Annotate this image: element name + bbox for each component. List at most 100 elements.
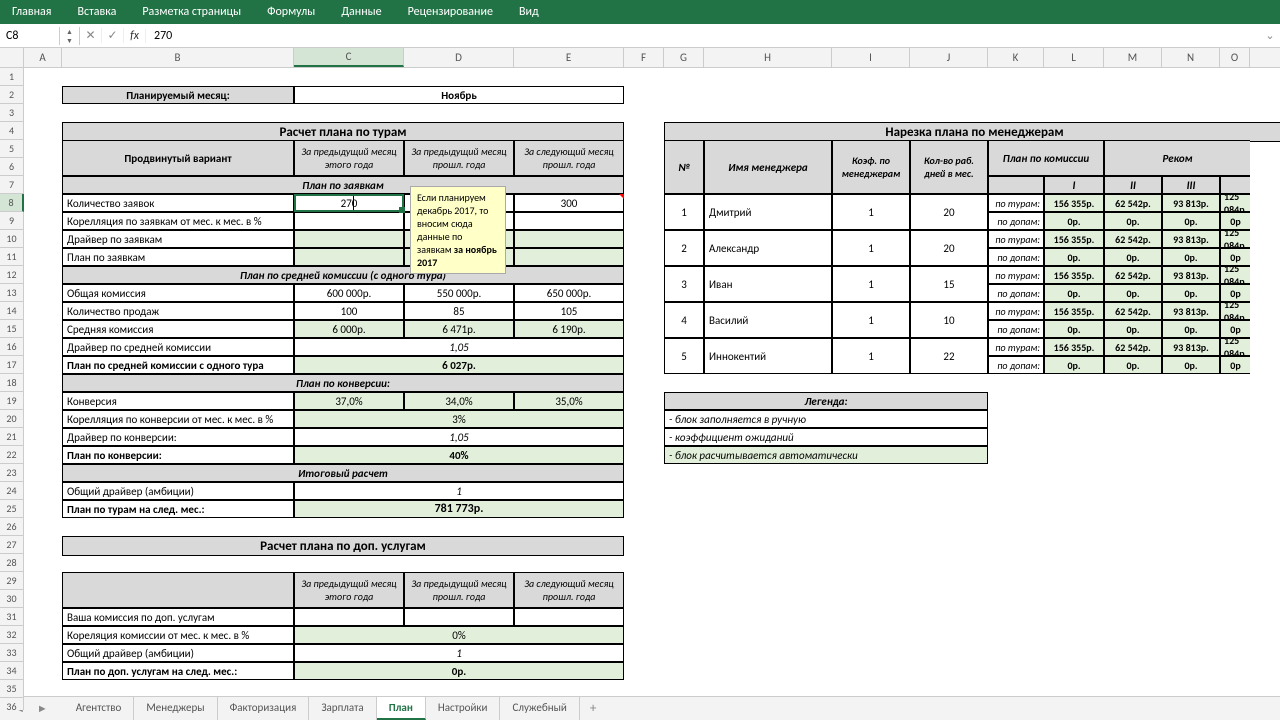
mgr-3-n[interactable]: 4: [664, 302, 704, 338]
name-box-dropdown[interactable]: ▲▼: [60, 27, 80, 45]
col-header-J[interactable]: J: [910, 48, 988, 67]
mgr-h-days[interactable]: Кол-во раб. дней в мес.: [910, 140, 988, 194]
mgr-1-t3[interactable]: 125 084р: [1220, 230, 1250, 248]
r31-label[interactable]: Ваша комиссия по доп. услугам: [62, 608, 294, 626]
r25-val[interactable]: 781 773р.: [294, 500, 624, 518]
col-header-I[interactable]: I: [832, 48, 910, 67]
row-header-2[interactable]: 2: [0, 86, 24, 104]
r31-C[interactable]: [294, 608, 404, 626]
mgr-4-p2[interactable]: 0р.: [1162, 356, 1220, 374]
r21-val[interactable]: 1,05: [294, 428, 624, 446]
ribbon-tab[interactable]: Вставка: [73, 3, 120, 21]
mgr-1-d[interactable]: 20: [910, 230, 988, 266]
row-header-32[interactable]: 32: [0, 626, 24, 644]
mgr-0-p0[interactable]: 0р.: [1044, 212, 1104, 230]
r19-d[interactable]: 34,0%: [404, 392, 514, 410]
mgr-3-p2[interactable]: 0р.: [1162, 320, 1220, 338]
section-apps[interactable]: План по заявкам: [62, 176, 624, 194]
r15-label[interactable]: Средняя комиссия: [62, 320, 294, 338]
r8-label[interactable]: Количество заявок: [62, 194, 294, 212]
section-conv[interactable]: План по конверсии:: [62, 374, 624, 392]
r10-e[interactable]: [514, 230, 624, 248]
mgr-3-t1[interactable]: 62 542р.: [1104, 302, 1162, 320]
mgr-0-t1[interactable]: 62 542р.: [1104, 194, 1162, 212]
legend-c[interactable]: - блок расчитывается автоматически: [664, 446, 988, 464]
col-header-F[interactable]: F: [624, 48, 664, 67]
roman3[interactable]: III: [1162, 176, 1220, 194]
mgr-0-p1[interactable]: 0р.: [1104, 212, 1162, 230]
mgr-2-d[interactable]: 15: [910, 266, 988, 302]
dop-pc2[interactable]: За предыдущий месяц прошл. года: [404, 572, 514, 608]
mgr-4-p1[interactable]: 0р.: [1104, 356, 1162, 374]
r13-e[interactable]: 650 000р.: [514, 284, 624, 302]
r24-val[interactable]: 1: [294, 482, 624, 500]
month-label[interactable]: Планируемый месяц:: [62, 86, 294, 104]
col-header-B[interactable]: B: [62, 48, 294, 67]
r34-label[interactable]: План по доп. услугам на след. мес.:: [62, 662, 294, 680]
row-header-22[interactable]: 22: [0, 446, 24, 464]
r25-label[interactable]: План по турам на след. мес.:: [62, 500, 294, 518]
mgr-3-t3[interactable]: 125 084р: [1220, 302, 1250, 320]
row-header-15[interactable]: 15: [0, 320, 24, 338]
mgr-h-k[interactable]: Коэф. по менеджерам: [832, 140, 910, 194]
mgr-0-p2[interactable]: 0р.: [1162, 212, 1220, 230]
r15-c[interactable]: 6 000р.: [294, 320, 404, 338]
roman1[interactable]: I: [1044, 176, 1104, 194]
ribbon-tab[interactable]: Главная: [8, 3, 55, 21]
r20-label[interactable]: Корелляция по конверсии от мес. к мес. в…: [62, 410, 294, 428]
r14-d[interactable]: 85: [404, 302, 514, 320]
mgr-0-k[interactable]: 1: [832, 194, 910, 230]
r10-c[interactable]: [294, 230, 404, 248]
sheet-tab-Настройки[interactable]: Настройки: [426, 697, 501, 720]
r19-label[interactable]: Конверсия: [62, 392, 294, 410]
sheet-tab-Агентство[interactable]: Агентство: [64, 697, 135, 720]
row-header-16[interactable]: 16: [0, 338, 24, 356]
row-header-28[interactable]: 28: [0, 554, 24, 572]
col-header-M[interactable]: M: [1104, 48, 1162, 67]
r20-val[interactable]: 3%: [294, 410, 624, 428]
mgr-1-t2[interactable]: 93 813р.: [1162, 230, 1220, 248]
pcol1[interactable]: За предыдущий месяц этого года: [294, 140, 404, 176]
r21-label[interactable]: Драйвер по конверсии:: [62, 428, 294, 446]
mgr-2-t2[interactable]: 93 813р.: [1162, 266, 1220, 284]
r8-c[interactable]: 270: [294, 194, 404, 212]
sheet-tab-Менеджеры[interactable]: Менеджеры: [134, 697, 217, 720]
mgr-1-p0[interactable]: 0р.: [1044, 248, 1104, 266]
r13-c[interactable]: 600 000р.: [294, 284, 404, 302]
confirm-icon[interactable]: ✓: [102, 28, 124, 43]
r31-D[interactable]: [404, 608, 514, 626]
mgr-1-bd[interactable]: по допам:: [988, 248, 1044, 266]
row-header-6[interactable]: 6: [0, 158, 24, 176]
row-header-12[interactable]: 12: [0, 266, 24, 284]
mgr-1-k[interactable]: 1: [832, 230, 910, 266]
mgr-4-p0[interactable]: 0р.: [1044, 356, 1104, 374]
ribbon-tab[interactable]: Разметка страницы: [138, 3, 245, 21]
cells-grid[interactable]: Планируемый месяц:НоябрьРасчет плана по …: [24, 68, 1280, 710]
row-header-31[interactable]: 31: [0, 608, 24, 626]
r8-e[interactable]: 300: [514, 194, 624, 212]
mgr-3-k[interactable]: 1: [832, 302, 910, 338]
mgr-4-name[interactable]: Иннокентий: [704, 338, 832, 374]
row-header-4[interactable]: 4: [0, 122, 24, 140]
r15-d[interactable]: 6 471р.: [404, 320, 514, 338]
r34-val[interactable]: 0р.: [294, 662, 624, 680]
row-header-26[interactable]: 26: [0, 518, 24, 536]
tab-nav-next[interactable]: ►: [31, 702, 54, 715]
r11-c[interactable]: [294, 248, 404, 266]
mgr-4-p3[interactable]: 0р: [1220, 356, 1250, 374]
mgr-0-d[interactable]: 20: [910, 194, 988, 230]
r19-c[interactable]: 37,0%: [294, 392, 404, 410]
legend-a[interactable]: - блок заполняется в ручную: [664, 410, 988, 428]
r24-label[interactable]: Общий драйвер (амбиции): [62, 482, 294, 500]
col-header-A[interactable]: A: [24, 48, 62, 67]
row-header-36[interactable]: 36: [0, 698, 24, 710]
mgr-0-t2[interactable]: 93 813р.: [1162, 194, 1220, 212]
col-header-L[interactable]: L: [1044, 48, 1104, 67]
r17-label[interactable]: План по средней комиссии с одного тура: [62, 356, 294, 374]
mgr-2-name[interactable]: Иван: [704, 266, 832, 302]
ribbon-tab[interactable]: Рецензирование: [404, 3, 497, 21]
mgr-3-name[interactable]: Василий: [704, 302, 832, 338]
mgr-4-bd[interactable]: по допам:: [988, 356, 1044, 374]
r33-label[interactable]: Общий драйвер (амбиции): [62, 644, 294, 662]
mgr-4-t0[interactable]: 156 355р.: [1044, 338, 1104, 356]
